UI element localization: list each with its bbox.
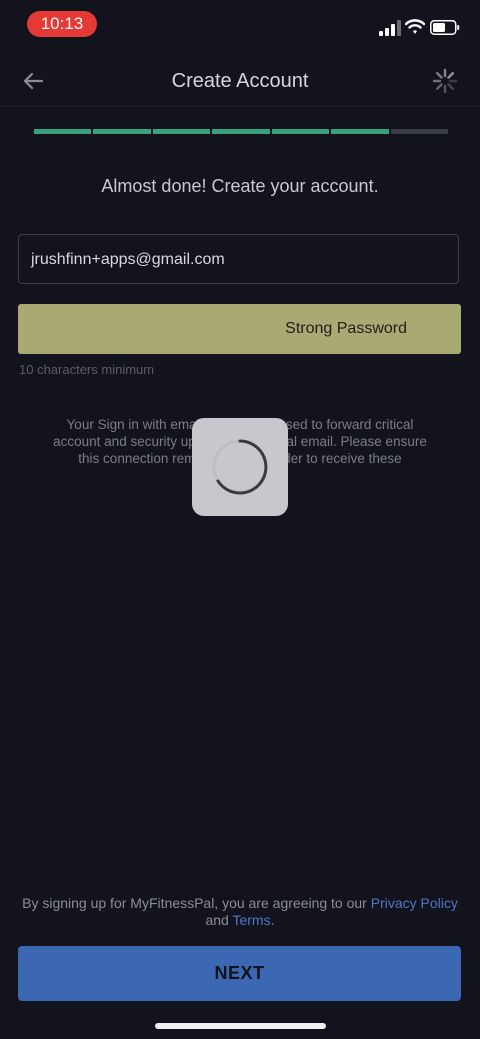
progress-segment (390, 129, 448, 134)
terms-prefix: By signing up for MyFitnessPal, you are … (22, 895, 371, 911)
home-indicator (155, 1023, 326, 1029)
progress-segment (212, 129, 270, 134)
progress-segment (93, 129, 151, 134)
spinner-icon (432, 68, 458, 94)
page-title: Create Account (171, 70, 309, 92)
next-button[interactable]: NEXT (18, 946, 461, 1001)
terms-and: and (205, 912, 233, 928)
password-strength-bar[interactable]: Strong Password (18, 304, 461, 354)
battery-icon (430, 20, 460, 35)
wifi-icon (405, 19, 425, 34)
password-strength-label: Strong Password (285, 320, 407, 337)
progress-segment (152, 129, 211, 134)
cellular-signal-icon (379, 20, 401, 36)
privacy-policy-link[interactable]: Privacy Policy (371, 895, 458, 911)
navigation-bar: Create Account (0, 56, 480, 107)
progress-segment (331, 129, 389, 134)
progress-segment (34, 129, 92, 134)
terms-text: By signing up for MyFitnessPal, you are … (14, 895, 466, 929)
loading-overlay (192, 418, 288, 516)
terms-suffix: . (270, 912, 275, 928)
status-bar: 10:13 (0, 0, 480, 50)
email-field[interactable]: jrushfinn+apps@gmail.com (18, 234, 459, 284)
loading-spinner-icon (212, 439, 268, 495)
password-hint: 10 characters minimum (19, 362, 155, 377)
progress-segment (271, 129, 330, 134)
status-time: 10:13 (27, 11, 97, 37)
terms-link[interactable]: Terms (232, 912, 270, 928)
signup-progress-bar (34, 129, 448, 134)
screen-heading: Almost done! Create your account. (101, 176, 379, 196)
